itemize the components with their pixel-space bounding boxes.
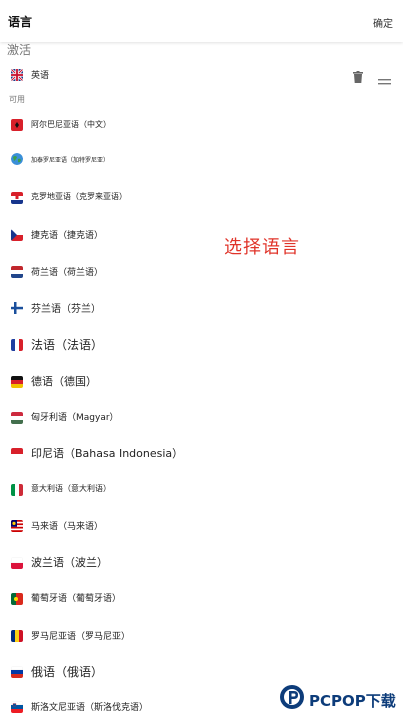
active-language-label: 英语 [31,71,50,81]
language-row[interactable]: 芬兰语（芬兰） [0,294,403,320]
language-row[interactable]: 荷兰语（荷兰语） [0,258,403,284]
language-label: 俄语（俄语） [31,665,104,679]
croatia-flag-icon [11,192,23,204]
russia-flag-icon [11,666,23,678]
poland-flag-icon [11,557,23,569]
language-row[interactable]: 阿尔巴尼亚语（中文） [0,111,403,137]
italy-flag-icon [11,484,23,496]
albania-flag-icon [11,119,23,131]
section-header-active: 激活 [7,43,32,57]
language-label: 印尼语（Bahasa Indonesia） [31,447,184,460]
netherlands-flag-icon [11,266,23,278]
language-label: 法语（法语） [31,338,104,352]
slovenia-flag-icon [11,701,23,713]
language-row[interactable]: 俄语（俄语） [0,658,403,684]
language-row[interactable]: 波兰语（波兰） [0,549,403,575]
language-row[interactable]: 捷克语（捷克语） [0,221,403,247]
uk-flag-icon [11,69,23,81]
language-row[interactable]: 匈牙利语（Magyar） [0,404,403,430]
language-label: 克罗地亚语（克罗来亚语） [31,192,127,201]
germany-flag-icon [11,376,23,388]
language-row[interactable]: 罗马尼亚语（罗马尼亚） [0,622,403,648]
language-label: 捷克语（捷克语） [31,231,104,241]
section-header-available: 可用 [9,95,25,104]
globe-icon [11,153,23,165]
language-label: 斯洛文尼亚语（斯洛伐克语） [31,703,149,713]
language-row[interactable]: 意大利语（意大利语） [0,476,403,502]
czech-flag-icon [11,229,23,241]
hungary-flag-icon [11,412,23,424]
active-language-row[interactable]: 英语 [0,61,403,87]
language-row[interactable]: 马来语（马来语） [0,512,403,538]
malaysia-flag-icon [11,520,23,532]
overlay-caption: 选择语言 [224,237,300,258]
trash-icon[interactable] [353,68,363,83]
confirm-button[interactable]: 确定 [373,15,393,30]
pcpop-logo-icon [279,684,305,710]
page-title: 语言 [8,15,33,29]
language-row[interactable]: 德语（德国） [0,368,403,394]
romania-flag-icon [11,630,23,642]
finland-flag-icon [11,302,23,314]
drag-handle-icon[interactable] [378,71,391,85]
language-label: 葡萄牙语（葡萄牙语） [31,594,122,604]
language-row[interactable]: 克罗地亚语（克罗来亚语） [0,184,403,210]
language-label: 芬兰语（芬兰） [31,304,101,315]
language-row[interactable]: 印尼语（Bahasa Indonesia） [0,440,403,466]
watermark-text: PCPOP下载 [309,692,396,710]
language-label: 意大利语（意大利语） [31,484,111,493]
france-flag-icon [11,339,23,351]
language-label: 罗马尼亚语（罗马尼亚） [31,632,131,642]
language-label: 匈牙利语（Magyar） [31,413,119,423]
language-label: 德语（德国） [31,375,97,388]
top-app-bar: 语言 确定 [0,0,403,42]
language-label: 波兰语（波兰） [31,556,108,569]
language-label: 马来语（马来语） [31,522,104,532]
indonesia-flag-icon [11,448,23,460]
language-label: 加泰罗尼亚语（加特罗尼亚） [31,157,110,164]
language-label: 荷兰语（荷兰语） [31,268,104,278]
language-row[interactable]: 加泰罗尼亚语（加特罗尼亚） [0,146,403,172]
language-label: 阿尔巴尼亚语（中文） [31,120,111,129]
language-row[interactable]: 法语（法语） [0,331,403,357]
portugal-flag-icon [11,593,23,605]
language-row[interactable]: 葡萄牙语（葡萄牙语） [0,585,403,611]
